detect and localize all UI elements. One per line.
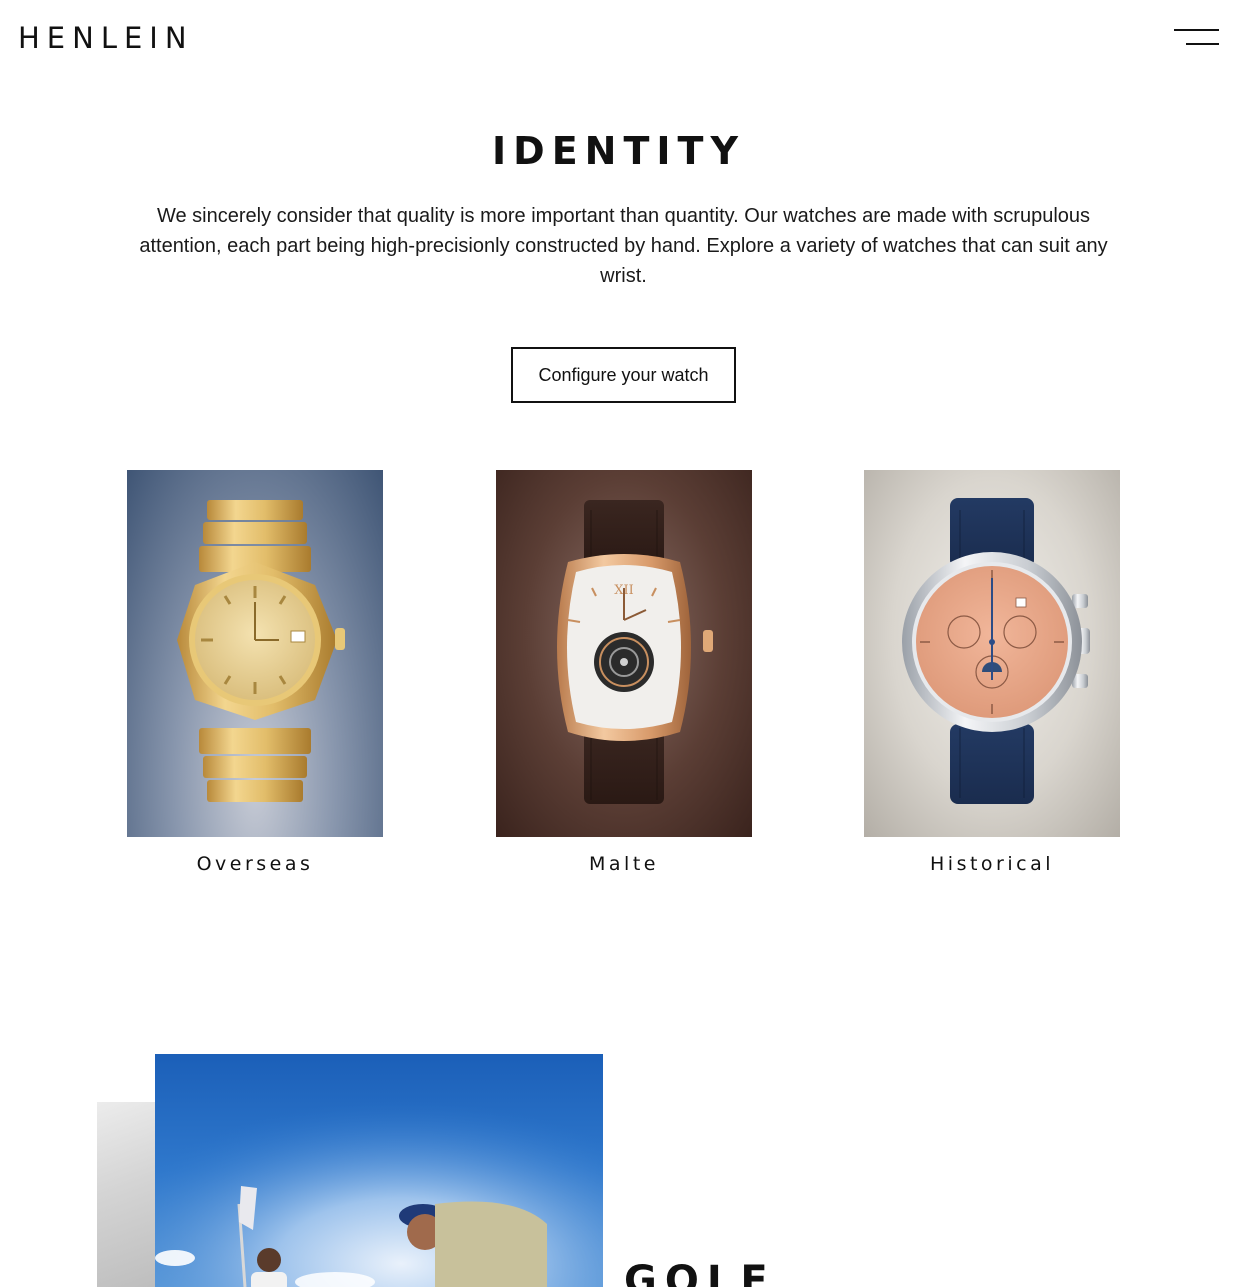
menu-line-top <box>1174 29 1219 31</box>
collection-label[interactable]: Overseas <box>127 853 383 875</box>
menu-line-bottom <box>1186 43 1219 45</box>
gold-bracelet-watch-image[interactable] <box>127 470 383 837</box>
collection-label[interactable]: Malte <box>496 853 752 875</box>
section-title-identity: IDENTITY <box>492 129 745 173</box>
collection-card-overseas[interactable]: Overseas <box>127 470 383 875</box>
watch-illustration <box>177 500 345 802</box>
collection-card-malte[interactable]: XII Malte <box>496 470 752 875</box>
golf-photo-illustration <box>155 1054 603 1287</box>
watch-illustration: XII <box>557 500 713 804</box>
golfers-on-green-photo[interactable] <box>155 1054 603 1287</box>
hamburger-menu-icon[interactable] <box>1170 24 1222 50</box>
collection-label[interactable]: Historical <box>864 853 1120 875</box>
salmon-dial-chronograph-watch-image[interactable] <box>864 470 1120 837</box>
watch-illustration <box>902 498 1090 804</box>
identity-description: We sincerely consider that quality is mo… <box>139 205 1108 287</box>
site-header: HENLEIN <box>0 0 1237 80</box>
configure-watch-button[interactable]: Configure your watch <box>511 347 736 403</box>
brand-logo[interactable]: HENLEIN <box>18 22 194 54</box>
section-title-golf: GOLF <box>624 1258 776 1287</box>
tonneau-tourbillon-watch-image[interactable]: XII <box>496 470 752 837</box>
collection-card-historical[interactable]: Historical <box>864 470 1120 875</box>
